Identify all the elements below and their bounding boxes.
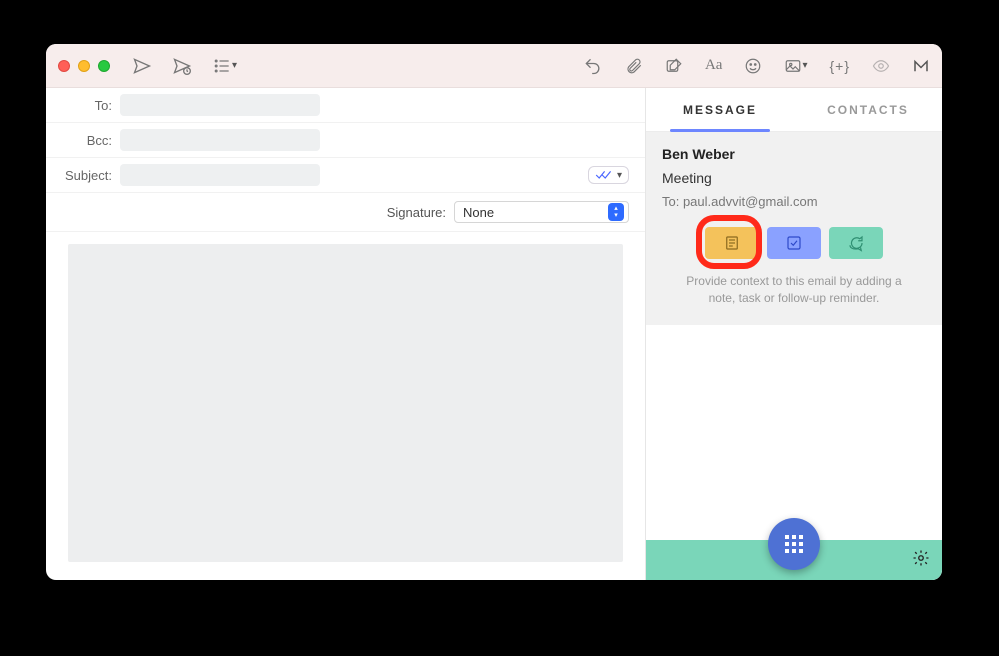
undo-icon[interactable] (583, 56, 603, 76)
settings-icon[interactable] (912, 549, 930, 572)
stepper-icon: ▴▾ (608, 203, 624, 221)
attachment-icon[interactable] (625, 57, 643, 75)
message-body-editor[interactable] (68, 244, 623, 562)
list-icon[interactable]: ▾ (212, 56, 237, 76)
toolbar-right: Aa ▾ {+} (583, 56, 930, 76)
add-task-button[interactable] (767, 227, 821, 259)
context-sidebar: Message Contacts Ben Weber Meeting To: p… (646, 88, 942, 580)
send-icon[interactable] (132, 56, 152, 76)
apps-button[interactable] (768, 518, 820, 570)
context-hint: Provide context to this email by adding … (662, 273, 926, 307)
signature-label: Signature: (387, 205, 446, 220)
minimize-window-button[interactable] (78, 60, 90, 72)
compose-pane: To: Bcc: Subject: ▾ Signature: None (46, 88, 646, 580)
subject-label: Subject: (62, 168, 120, 183)
context-action-row (662, 227, 926, 259)
bcc-input[interactable] (120, 129, 320, 151)
sidebar-tabs: Message Contacts (646, 88, 942, 132)
window-controls (58, 60, 110, 72)
titlebar: ▾ Aa ▾ {+} (46, 44, 942, 88)
window-body: To: Bcc: Subject: ▾ Signature: None (46, 88, 942, 580)
add-followup-button[interactable] (829, 227, 883, 259)
close-window-button[interactable] (58, 60, 70, 72)
chevron-down-icon: ▾ (802, 60, 807, 71)
subject-input[interactable] (120, 164, 320, 186)
image-icon[interactable]: ▾ (784, 57, 807, 75)
send-later-icon[interactable] (172, 56, 192, 76)
grid-icon (785, 535, 803, 553)
message-from: Ben Weber (662, 146, 926, 162)
signature-select[interactable]: None ▴▾ (454, 201, 629, 223)
bcc-row: Bcc: (46, 123, 645, 158)
template-icon[interactable]: {+} (829, 58, 850, 74)
chevron-down-icon: ▾ (617, 170, 622, 181)
text-format-icon[interactable]: Aa (705, 57, 723, 74)
emoji-icon[interactable] (744, 57, 762, 75)
read-receipt-toggle[interactable]: ▾ (588, 166, 629, 184)
eye-icon[interactable] (872, 57, 890, 75)
to-label: To: (62, 98, 120, 113)
message-to: To: paul.advvit@gmail.com (662, 194, 926, 209)
message-subject: Meeting (662, 170, 926, 186)
subject-row: Subject: ▾ (46, 158, 645, 193)
zoom-window-button[interactable] (98, 60, 110, 72)
bcc-label: Bcc: (62, 133, 120, 148)
message-card: Ben Weber Meeting To: paul.advvit@gmail.… (646, 132, 942, 325)
brand-m-icon[interactable] (912, 57, 930, 75)
to-row: To: (46, 88, 645, 123)
toolbar-left: ▾ (132, 56, 237, 76)
compose-edit-icon[interactable] (665, 57, 683, 75)
signature-value: None (463, 205, 494, 220)
sidebar-footer (646, 540, 942, 580)
to-input[interactable] (120, 94, 320, 116)
tab-contacts[interactable]: Contacts (794, 88, 942, 131)
compose-window: ▾ Aa ▾ {+} (46, 44, 942, 580)
chevron-down-icon: ▾ (232, 60, 237, 71)
tab-message[interactable]: Message (646, 88, 794, 131)
add-note-button[interactable] (705, 227, 759, 259)
editor-wrap (46, 232, 645, 580)
signature-row: Signature: None ▴▾ (46, 193, 645, 232)
